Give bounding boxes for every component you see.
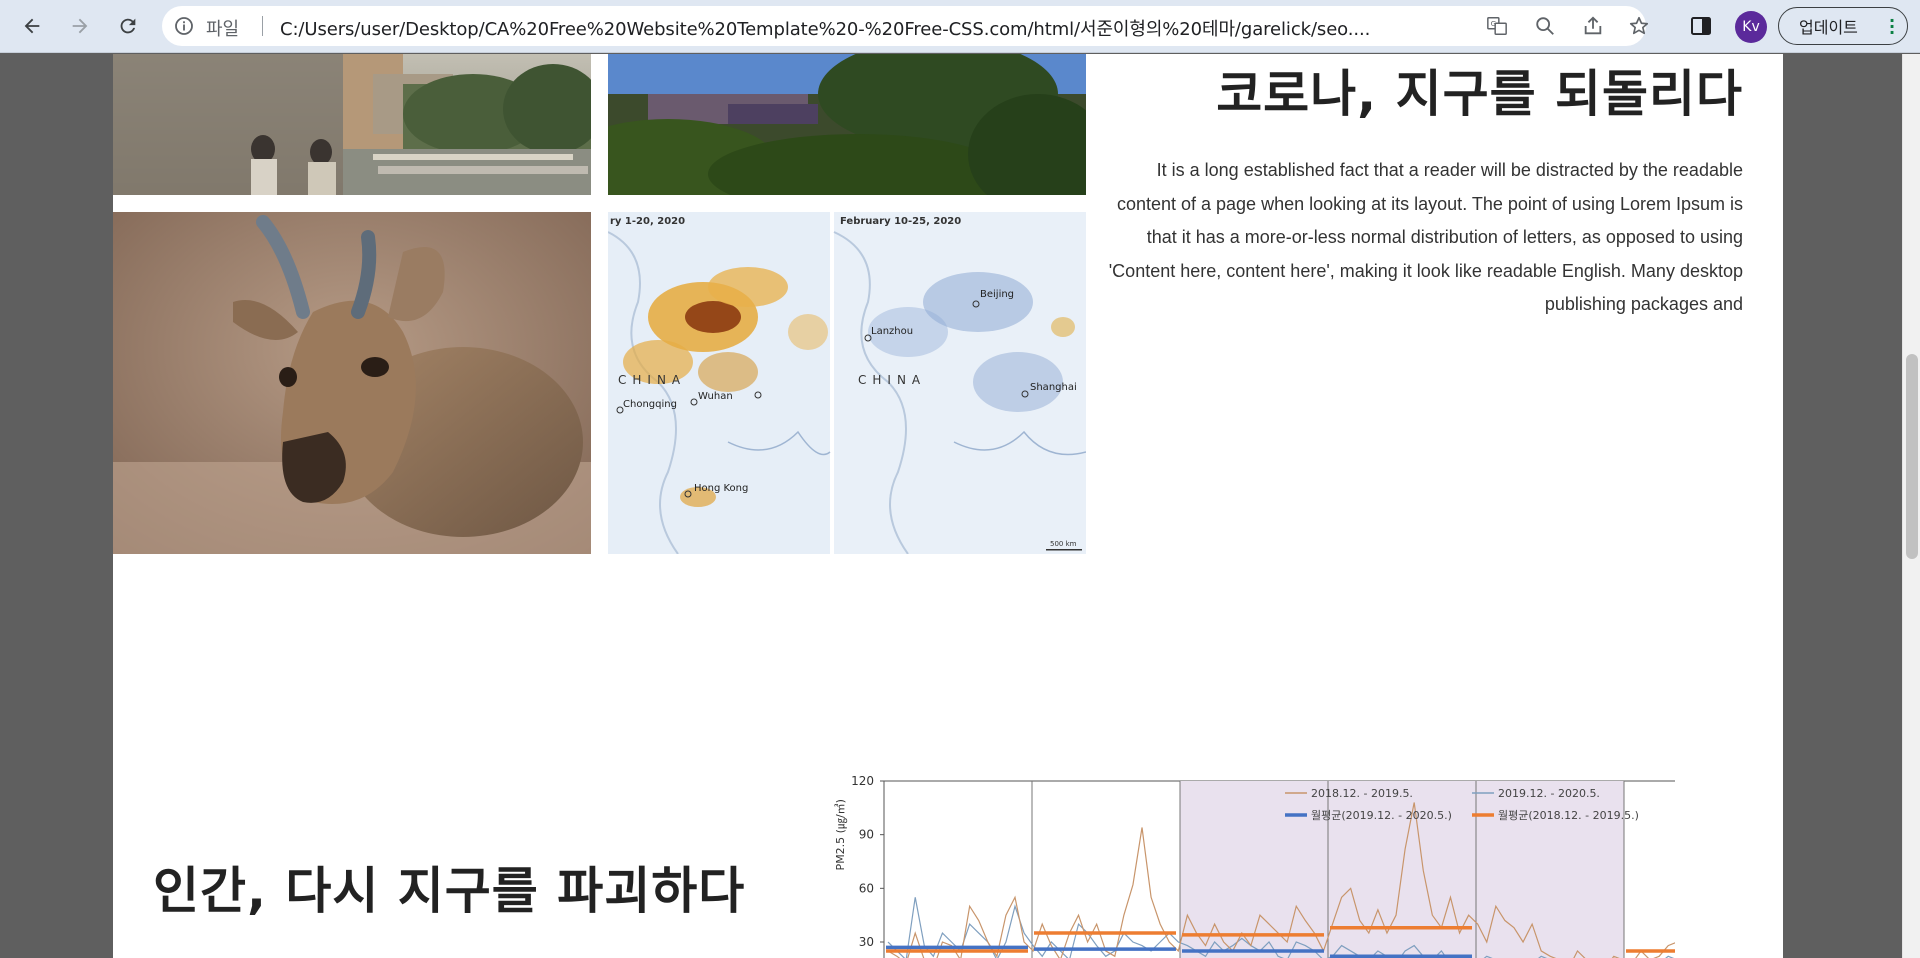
chart-legend-label: 월평균(2018.12. - 2019.5.) [1498,809,1639,822]
back-button[interactable] [14,8,50,44]
page-viewport: ry 1-20, 2020 February 10-25, 2020 CHINA… [0,54,1902,958]
map-city-beijing: Beijing [980,289,1014,300]
photo-goat [113,212,591,554]
map-city-chongqing: Chongqing [623,399,677,410]
reload-button[interactable] [110,8,146,44]
svg-text:G: G [1491,19,1497,28]
map-right-country: CHINA [858,373,926,387]
chart-ylabel: PM2.5 (㎍/㎥) [834,799,847,870]
chart-ytick-label: 90 [859,828,874,842]
divider [262,16,263,36]
share-icon[interactable] [1578,11,1608,41]
satellite-maps: ry 1-20, 2020 February 10-25, 2020 CHINA… [608,212,1086,554]
pm25-chart: 30 60 90 120 PM2.5 (㎍/㎥) 2018.12. - 2019.5. 20… [715,715,1773,958]
map-city-lanzhou: Lanzhou [871,326,913,337]
photo-smog-street [113,54,591,195]
chart-legend-label: 2019.12. - 2020.5. [1498,787,1600,800]
menu-dots-icon[interactable]: · · · [1889,13,1895,41]
photo-industrial-city [608,54,1086,195]
chart-ytick-label: 60 [859,881,874,895]
chart-legend-label: 2018.12. - 2019.5. [1311,787,1413,800]
forward-arrow-icon [72,18,88,34]
update-label: 업데이트 [1799,18,1858,37]
reload-icon [120,18,136,34]
map-city-hongkong: Hong Kong [694,483,748,494]
section-paragraph: It is a long established fact that a rea… [1108,160,1743,314]
chart-month-shade [1180,781,1328,958]
map-left-title: ry 1-20, 2020 [610,216,685,227]
map-right-title: February 10-25, 2020 [840,216,961,227]
info-icon[interactable] [174,16,194,36]
pm25-chart-svg: 30 60 90 120 PM2.5 (㎍/㎥) 2018.12. - 2019.5. 20… [834,774,1773,958]
section-heading-corona: 코로나, 지구를 되돌리다 [1216,65,1743,123]
update-button[interactable]: 업데이트 · · · [1778,7,1908,45]
forward-button[interactable] [62,8,98,44]
bookmark-star-icon[interactable] [1624,11,1654,41]
chart-ytick-label: 30 [859,935,874,949]
map-city-shanghai: Shanghai [1030,382,1077,393]
map-scale-label: 500 km [1050,540,1077,548]
vertical-scrollbar[interactable] [1902,54,1920,958]
side-panel-icon[interactable] [1686,10,1716,42]
chart-month-shade [1476,781,1624,958]
url-scheme-label: 파일 [206,19,240,40]
zoom-icon[interactable] [1530,11,1560,41]
map-left-country: CHINA [618,373,686,387]
map-city-wuhan: Wuhan [698,391,733,402]
browser-toolbar: 파일 C:/Users/user/Desktop/CA%20Free%20Web… [0,0,1920,53]
translate-icon[interactable]: G [1482,11,1512,41]
url-text[interactable]: C:/Users/user/Desktop/CA%20Free%20Websit… [280,15,1625,41]
back-arrow-icon [24,18,40,34]
address-bar[interactable]: 파일 C:/Users/user/Desktop/CA%20Free%20Web… [162,6,1649,46]
chart-ytick-label: 120 [851,774,874,788]
scrollbar-thumb[interactable] [1906,354,1918,559]
chart-legend-label: 월평균(2019.12. - 2020.5.) [1311,809,1452,822]
section-heading-human: 인간, 다시 지구를 파괴하다 [153,862,746,920]
profile-avatar[interactable]: Kv [1735,11,1767,43]
